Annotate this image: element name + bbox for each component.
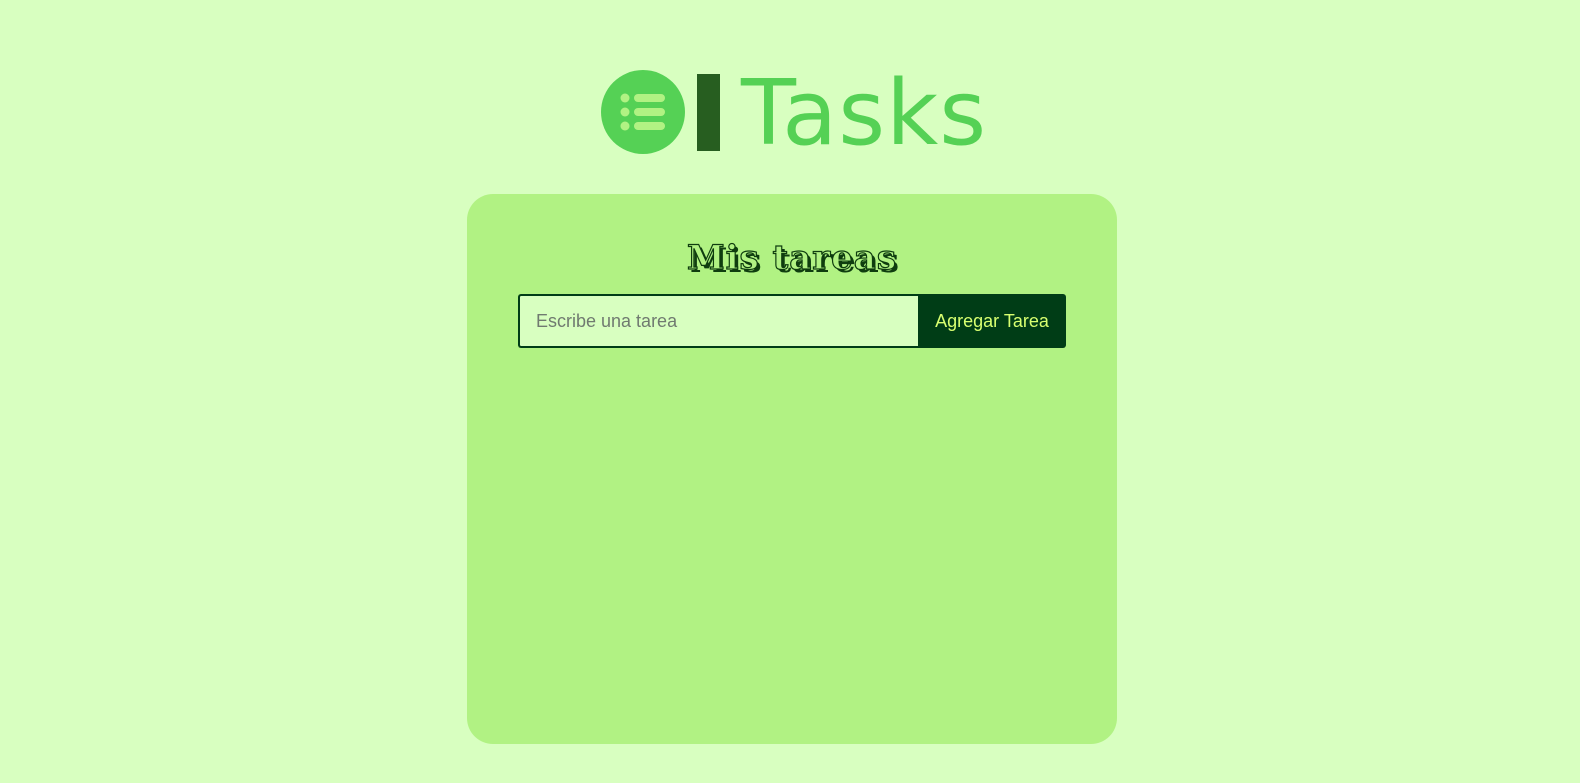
tasks-card: Mis tareas Agregar Tarea xyxy=(467,194,1117,744)
card-title: Mis tareas xyxy=(686,237,897,278)
logo-divider-bar xyxy=(697,73,720,151)
list-icon xyxy=(601,70,685,154)
add-task-form: Agregar Tarea xyxy=(518,294,1066,348)
task-input[interactable] xyxy=(518,294,918,348)
app-title: Tasks xyxy=(741,61,988,166)
app-header: Tasks xyxy=(601,61,988,166)
add-task-button[interactable]: Agregar Tarea xyxy=(918,294,1066,348)
